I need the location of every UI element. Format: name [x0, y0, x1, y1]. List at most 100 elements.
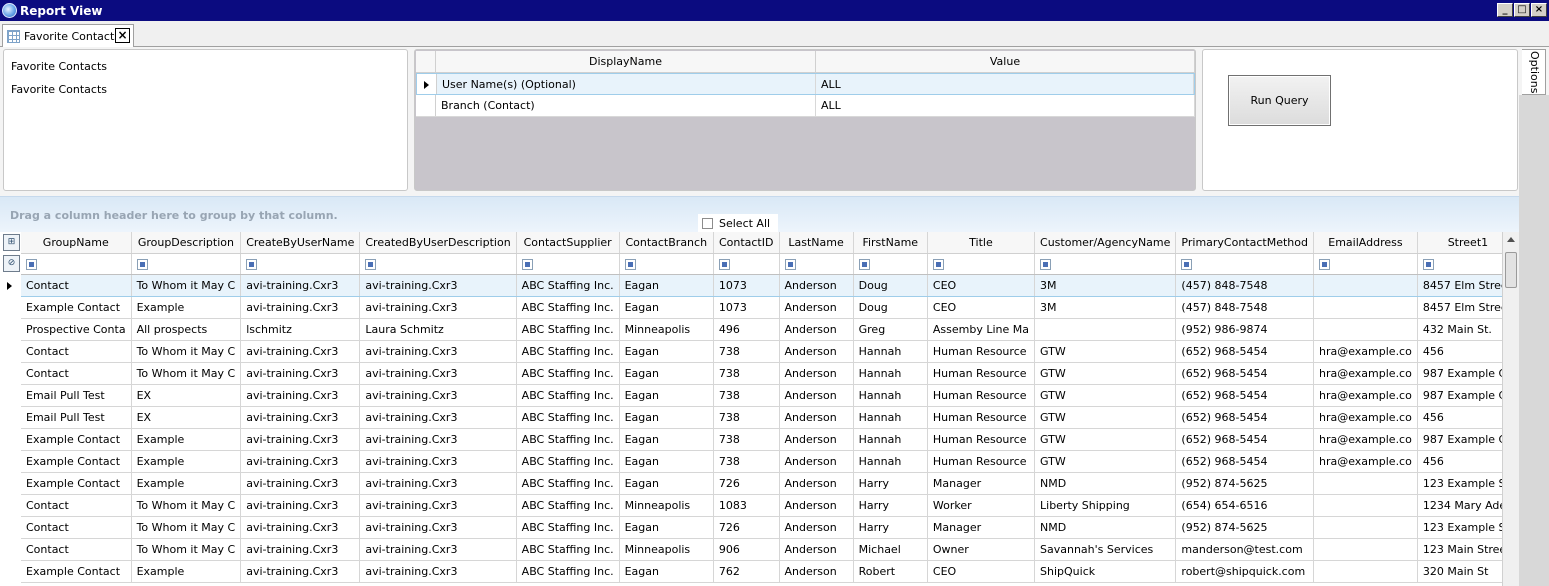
table-cell: (652) 968-5454: [1175, 406, 1314, 429]
filter-cell[interactable]: [619, 253, 714, 275]
filter-cell[interactable]: [1175, 253, 1314, 275]
filter-cell[interactable]: [359, 253, 517, 275]
filter-cell[interactable]: [21, 253, 132, 275]
filter-checkbox-icon[interactable]: [521, 258, 533, 270]
table-cell: All prospects: [131, 318, 242, 341]
filter-checkbox-icon[interactable]: [1422, 258, 1434, 270]
table-cell: Example: [131, 450, 242, 473]
report-list-item[interactable]: Favorite Contacts: [11, 83, 400, 106]
filter-cell[interactable]: [516, 253, 620, 275]
select-all-control[interactable]: Select All: [698, 214, 778, 233]
table-cell: CEO: [927, 560, 1036, 583]
column-header-displayname[interactable]: DisplayName: [436, 51, 816, 72]
column-header[interactable]: FirstName: [853, 232, 928, 254]
vertical-scrollbar[interactable]: [1502, 232, 1519, 586]
column-chooser-icon[interactable]: ⊞: [3, 234, 20, 251]
table-row[interactable]: Contact To Whom it May Cavi-training.Cxr3…: [21, 538, 1519, 561]
table-cell: 1073: [713, 296, 780, 319]
table-cell: GTW: [1034, 450, 1177, 473]
column-header[interactable]: GroupDescription: [131, 232, 242, 254]
table-cell: avi-training.Cxr3: [359, 428, 517, 451]
filter-cell[interactable]: [1313, 253, 1418, 275]
close-button[interactable]: ×: [1531, 3, 1547, 17]
table-row[interactable]: Email Pull Test EX avi-training.Cxr3 avi-tr…: [21, 406, 1519, 429]
table-cell: avi-training.Cxr3: [240, 428, 361, 451]
table-cell: Anderson: [779, 450, 854, 473]
filter-checkbox-icon[interactable]: [365, 258, 377, 270]
filter-cell[interactable]: [1034, 253, 1177, 275]
column-header[interactable]: ContactSupplier: [516, 232, 620, 254]
report-list-item[interactable]: Favorite Contacts: [11, 60, 400, 83]
table-row[interactable]: Example Contact Example avi-training.Cxr3 a…: [21, 472, 1519, 495]
column-header[interactable]: LastName: [779, 232, 854, 254]
filter-cell[interactable]: [240, 253, 361, 275]
table-cell: Minneapolis: [619, 538, 714, 561]
options-side-tab[interactable]: Options: [1522, 49, 1546, 95]
filter-checkbox-icon[interactable]: [26, 258, 37, 270]
filter-cell[interactable]: [927, 253, 1036, 275]
clear-filter-icon[interactable]: ⊘: [3, 255, 20, 272]
table-cell: ShipQuick: [1034, 560, 1177, 583]
table-row[interactable]: Example Contact Example avi-training.Cxr3 a…: [21, 296, 1519, 319]
column-header[interactable]: CreatedByUserDescription: [359, 232, 517, 254]
group-by-area[interactable]: Drag a column header here to group by th…: [0, 196, 1519, 234]
filter-checkbox-icon[interactable]: [858, 258, 870, 270]
table-cell: avi-training.Cxr3: [359, 406, 517, 429]
filter-checkbox-icon[interactable]: [1318, 258, 1330, 270]
filter-checkbox-icon[interactable]: [246, 258, 258, 270]
select-all-checkbox[interactable]: [702, 218, 713, 229]
column-header[interactable]: ContactID: [713, 232, 780, 254]
table-cell: Anderson: [779, 362, 854, 385]
column-header[interactable]: GroupName: [21, 232, 132, 254]
param-value[interactable]: ALL: [816, 74, 1194, 94]
param-value[interactable]: ALL: [816, 95, 1195, 116]
table-cell: Contact: [21, 516, 132, 539]
column-header[interactable]: PrimaryContactMethod: [1175, 232, 1314, 254]
filter-checkbox-icon[interactable]: [1040, 258, 1052, 270]
table-cell: Example: [131, 472, 242, 495]
column-header[interactable]: EmailAddress: [1313, 232, 1418, 254]
filter-cell[interactable]: [131, 253, 242, 275]
row-indicator: [417, 74, 437, 94]
table-cell: 738: [713, 428, 780, 451]
scrollbar-thumb[interactable]: [1505, 252, 1517, 288]
table-row[interactable]: Example Contact Example avi-training.Cxr3 a…: [21, 560, 1519, 583]
table-cell: Robert: [853, 560, 928, 583]
tab-favorite-contacts[interactable]: Favorite Contacts ×: [2, 24, 134, 47]
table-row[interactable]: Contact To Whom it May Cavi-training.Cxr3…: [21, 362, 1519, 385]
table-cell: [1313, 560, 1418, 583]
column-header[interactable]: Customer/AgencyName: [1034, 232, 1177, 254]
table-cell: 738: [713, 362, 780, 385]
close-tab-icon[interactable]: ×: [115, 28, 130, 43]
table-row[interactable]: Contact To Whom it May Cavi-training.Cxr3…: [21, 273, 1519, 297]
scroll-up-icon[interactable]: [1503, 232, 1519, 248]
filter-cell[interactable]: [713, 253, 780, 275]
filter-checkbox-icon[interactable]: [1181, 258, 1193, 270]
filter-checkbox-icon[interactable]: [932, 258, 944, 270]
column-header[interactable]: CreateByUserName: [240, 232, 361, 254]
table-row[interactable]: Email Pull Test EX avi-training.Cxr3 avi-tr…: [21, 384, 1519, 407]
table-row[interactable]: Prospective Conta All prospects lschmitz La…: [21, 318, 1519, 341]
filter-checkbox-icon[interactable]: [718, 258, 730, 270]
minimize-button[interactable]: _: [1497, 3, 1513, 17]
filter-checkbox-icon[interactable]: [624, 258, 636, 270]
column-header[interactable]: Title: [927, 232, 1036, 254]
filter-checkbox-icon[interactable]: [784, 258, 796, 270]
filter-checkbox-icon[interactable]: [136, 258, 148, 270]
column-header[interactable]: ContactBranch: [619, 232, 714, 254]
table-cell: To Whom it May C: [131, 340, 242, 363]
table-row[interactable]: Contact To Whom it May Cavi-training.Cxr3…: [21, 340, 1519, 363]
table-cell: [1313, 296, 1418, 319]
table-row[interactable]: Example Contact Example avi-training.Cxr3 a…: [21, 428, 1519, 451]
filter-cell[interactable]: [779, 253, 854, 275]
table-row[interactable]: Contact To Whom it May Cavi-training.Cxr3…: [21, 516, 1519, 539]
parameter-row[interactable]: Branch (Contact) ALL: [416, 95, 1195, 117]
maximize-button[interactable]: □: [1514, 3, 1530, 17]
run-query-button[interactable]: Run Query: [1228, 75, 1331, 126]
table-cell: avi-training.Cxr3: [240, 296, 361, 319]
column-header-value[interactable]: Value: [816, 51, 1195, 72]
parameter-row[interactable]: User Name(s) (Optional) ALL: [416, 73, 1195, 95]
filter-cell[interactable]: [853, 253, 928, 275]
table-row[interactable]: Contact To Whom it May Cavi-training.Cxr3…: [21, 494, 1519, 517]
table-row[interactable]: Example Contact Example avi-training.Cxr3 a…: [21, 450, 1519, 473]
